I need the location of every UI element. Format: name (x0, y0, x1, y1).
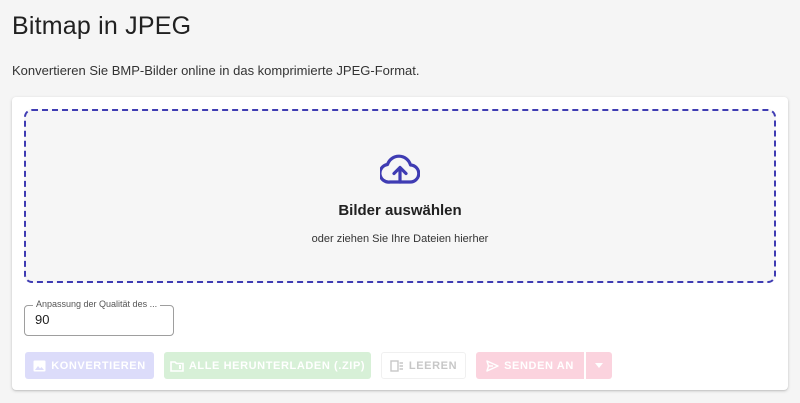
image-icon (33, 360, 46, 371)
clear-label: Leeren (408, 359, 458, 372)
file-dropzone[interactable]: Bilder auswählen oder ziehen Sie Ihre Da… (24, 109, 776, 283)
send-to-button[interactable]: Senden an (476, 352, 584, 379)
page-subtitle: Konvertieren Sie BMP-Bilder online in da… (12, 63, 420, 78)
send-to-label: Senden an (504, 359, 574, 372)
send-to-menu-button[interactable] (586, 352, 612, 379)
clear-list-icon (390, 359, 403, 372)
page-title: Bitmap in JPEG (12, 12, 192, 40)
download-all-button[interactable]: Alle herunterladen (.zip) (164, 352, 371, 379)
dropzone-title: Bilder auswählen (338, 202, 462, 219)
cloud-upload-icon (380, 154, 420, 184)
quality-input[interactable] (35, 312, 155, 327)
convert-label: Konvertieren (51, 359, 146, 372)
download-all-label: Alle herunterladen (.zip) (188, 359, 366, 372)
dropzone-subtitle: oder ziehen Sie Ihre Dateien hierher (311, 233, 489, 245)
convert-button[interactable]: Konvertieren (25, 352, 154, 379)
quality-field[interactable]: Anpassung der Qualität des ... (24, 299, 174, 336)
converter-card: Bilder auswählen oder ziehen Sie Ihre Da… (12, 97, 788, 390)
quality-label: Anpassung der Qualität des ... (33, 299, 161, 309)
folder-zip-icon (170, 360, 184, 372)
chevron-down-icon (595, 363, 603, 368)
send-icon (486, 359, 499, 372)
clear-button[interactable]: Leeren (381, 352, 466, 379)
